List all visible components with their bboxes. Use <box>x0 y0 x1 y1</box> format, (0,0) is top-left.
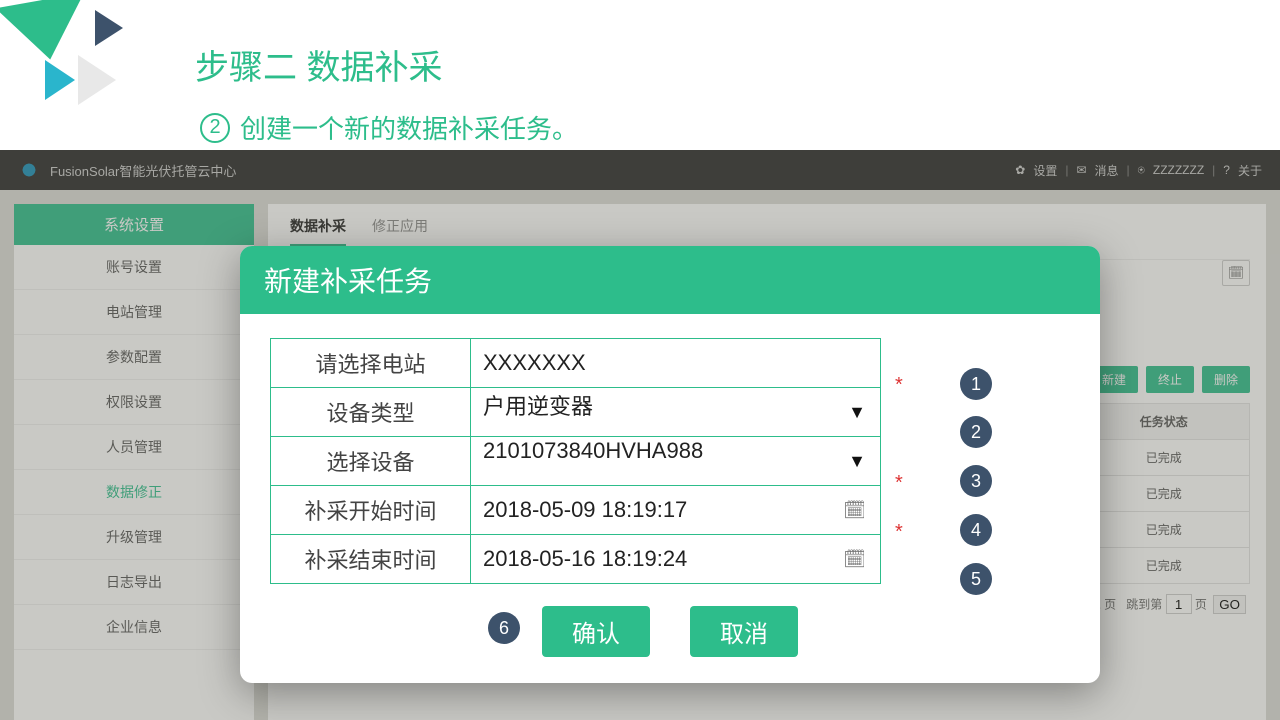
messages-link[interactable]: 消息 <box>1095 162 1119 179</box>
calendar-icon[interactable]: 🗓 <box>1222 260 1250 286</box>
calendar-icon[interactable]: 🗓 <box>839 549 880 570</box>
devtype-label: 设备类型 <box>271 388 471 437</box>
sidebar-item[interactable]: 升级管理 <box>14 515 254 560</box>
pager-jump-label: 跳到第 <box>1126 598 1162 612</box>
tab-data-recollect[interactable]: 数据补采 <box>290 216 346 247</box>
cancel-button[interactable]: 取消 <box>690 606 798 657</box>
station-label: 请选择电站 <box>271 339 471 388</box>
user-icon[interactable]: ⍟ <box>1138 163 1145 178</box>
start-time-label: 补采开始时间 <box>271 486 471 535</box>
col-task-status: 任务状态 <box>1078 404 1249 440</box>
product-name: FusionSolar智能光伏托管云中心 <box>50 161 236 180</box>
required-mark: * <box>895 521 903 544</box>
annotation-marker: 5 <box>960 563 992 595</box>
new-task-dialog: 新建补采任务 请选择电站 设备类型 户用逆变器 ▼ 选择设备 210107384… <box>240 246 1100 683</box>
stop-button[interactable]: 终止 <box>1146 366 1194 393</box>
settings-link[interactable]: 设置 <box>1033 162 1057 179</box>
cell-status: 已完成 <box>1078 440 1249 476</box>
decorative-shapes <box>0 0 150 120</box>
circled-number-icon: 2 <box>200 113 230 143</box>
tab-correction-apply[interactable]: 修正应用 <box>372 216 428 247</box>
device-label: 选择设备 <box>271 437 471 486</box>
required-mark: * <box>895 472 903 495</box>
sidebar: 系统设置 账号设置电站管理参数配置权限设置人员管理数据修正升级管理日志导出企业信… <box>14 204 254 720</box>
cell-status: 已完成 <box>1078 476 1249 512</box>
delete-button[interactable]: 删除 <box>1202 366 1250 393</box>
sidebar-item[interactable]: 账号设置 <box>14 245 254 290</box>
user-name[interactable]: ZZZZZZZ <box>1153 163 1204 177</box>
start-time-input[interactable] <box>471 487 839 533</box>
calendar-icon[interactable]: 🗓 <box>839 500 880 521</box>
chevron-down-icon[interactable]: ▼ <box>844 451 880 472</box>
sidebar-title: 系统设置 <box>14 204 254 245</box>
topbar-right: ✿ 设置| ✉ 消息| ⍟ ZZZZZZZ| ? 关于 <box>1015 162 1262 179</box>
confirm-button[interactable]: 确认 <box>542 606 650 657</box>
sidebar-item[interactable]: 数据修正 <box>14 470 254 515</box>
help-icon[interactable]: ? <box>1223 163 1230 177</box>
annotation-marker: 6 <box>488 612 520 644</box>
pager-page-suffix: 页 <box>1195 598 1207 612</box>
annotation-marker: 2 <box>960 416 992 448</box>
annotation-marker: 3 <box>960 465 992 497</box>
device-select[interactable]: 2101073840HVHA988 <box>471 438 844 484</box>
app-topbar: FusionSolar智能光伏托管云中心 ✿ 设置| ✉ 消息| ⍟ ZZZZZ… <box>0 150 1280 190</box>
pager-go-button[interactable]: GO <box>1213 595 1246 614</box>
dialog-form: 请选择电站 设备类型 户用逆变器 ▼ 选择设备 2101073840HVHA98… <box>270 338 881 584</box>
step-subtitle: 2 创建一个新的数据补采任务。 <box>200 109 1280 146</box>
about-link[interactable]: 关于 <box>1238 162 1262 179</box>
end-time-input[interactable] <box>471 536 839 582</box>
step-title: 步骤二 数据补采 <box>195 20 1280 89</box>
annotation-marker: 4 <box>960 514 992 546</box>
product-logo-icon <box>18 159 40 181</box>
step-subtitle-text: 创建一个新的数据补采任务。 <box>240 109 578 146</box>
cell-status: 已完成 <box>1078 548 1249 584</box>
annotation-marker: 1 <box>960 368 992 400</box>
gear-icon[interactable]: ✿ <box>1015 163 1025 177</box>
mail-icon[interactable]: ✉ <box>1076 163 1086 177</box>
dialog-title: 新建补采任务 <box>240 246 1100 314</box>
sidebar-item[interactable]: 企业信息 <box>14 605 254 650</box>
sidebar-item[interactable]: 电站管理 <box>14 290 254 335</box>
required-mark: * <box>895 374 903 397</box>
devtype-select[interactable]: 户用逆变器 <box>471 389 844 435</box>
pager-page-input[interactable] <box>1166 594 1192 614</box>
dialog-actions: 6 确认 取消 <box>240 606 1100 657</box>
sidebar-item[interactable]: 权限设置 <box>14 380 254 425</box>
sidebar-item[interactable]: 日志导出 <box>14 560 254 605</box>
slide-header: 步骤二 数据补采 2 创建一个新的数据补采任务。 <box>0 0 1280 150</box>
sidebar-item[interactable]: 参数配置 <box>14 335 254 380</box>
sidebar-item[interactable]: 人员管理 <box>14 425 254 470</box>
cell-status: 已完成 <box>1078 512 1249 548</box>
chevron-down-icon[interactable]: ▼ <box>844 402 880 423</box>
end-time-label: 补采结束时间 <box>271 535 471 584</box>
station-input[interactable] <box>471 340 880 386</box>
